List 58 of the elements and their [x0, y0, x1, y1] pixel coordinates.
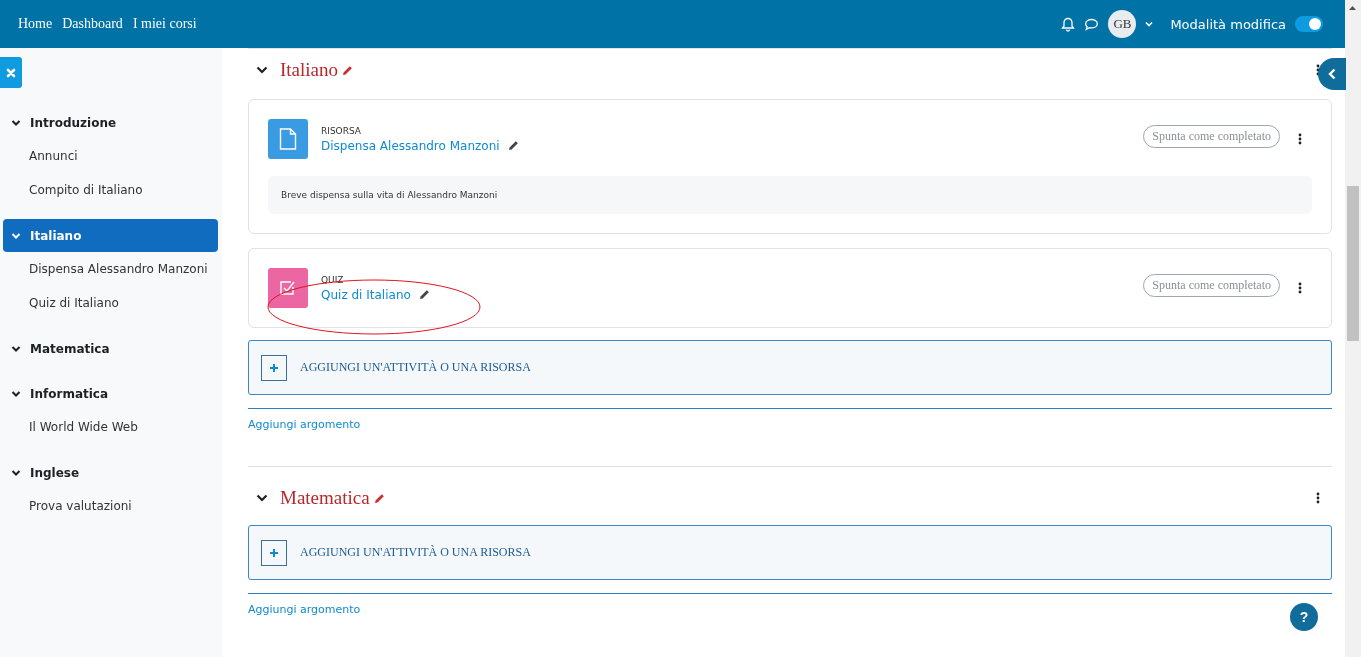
chevron-left-icon: [1328, 68, 1336, 80]
add-activity-button[interactable]: AGGIUNGI UN'ATTIVITÀ O UNA RISORSA: [248, 525, 1332, 580]
section-title: Italiano: [280, 59, 339, 81]
close-icon: [6, 67, 16, 78]
activity-link[interactable]: Quiz di Italiano: [321, 287, 411, 302]
collapse-chevron-icon[interactable]: [256, 66, 268, 74]
edit-mode-toggle[interactable]: [1295, 16, 1323, 32]
course-index-section[interactable]: Italiano: [3, 219, 218, 252]
help-button[interactable]: ?: [1290, 603, 1318, 631]
nav-link[interactable]: Dashboard: [62, 16, 123, 32]
scroll-up-arrow-icon[interactable]: [1349, 6, 1356, 10]
nav-link[interactable]: I miei corsi: [132, 16, 197, 32]
chevron-icon: [11, 118, 21, 127]
course-index-item[interactable]: Annunci: [3, 139, 218, 173]
close-drawer-button[interactable]: [0, 57, 22, 88]
chat-bubble-icon[interactable]: [1084, 17, 1100, 31]
plus-icon: [269, 362, 279, 373]
more-options-icon[interactable]: [1298, 282, 1302, 294]
document-icon: [268, 119, 308, 159]
section-title: Matematica: [280, 487, 370, 509]
quiz-icon: [268, 268, 308, 308]
add-topic-link[interactable]: Aggiungi argomento: [248, 418, 361, 431]
chevron-icon: [11, 231, 21, 240]
open-drawer-button[interactable]: [1318, 58, 1346, 90]
notification-bell-icon[interactable]: [1061, 16, 1076, 32]
plus-icon: [269, 547, 279, 558]
course-index-item[interactable]: Compito di Italiano: [3, 173, 218, 207]
course-index-item[interactable]: Dispensa Alessandro Manzoni: [3, 252, 218, 286]
chevron-icon: [11, 468, 21, 477]
caret-icon[interactable]: [1145, 21, 1154, 27]
user-avatar[interactable]: GB: [1108, 10, 1137, 38]
more-options-icon[interactable]: [1298, 133, 1302, 145]
add-activity-button[interactable]: AGGIUNGI UN'ATTIVITÀ O UNA RISORSA: [248, 340, 1332, 395]
nav-link[interactable]: Home: [18, 16, 53, 32]
edit-pencil-icon[interactable]: [418, 289, 430, 300]
activity-type-label: RISORSA: [321, 125, 362, 136]
chevron-icon: [11, 344, 21, 353]
add-topic-link[interactable]: Aggiungi argomento: [248, 603, 361, 616]
activity-type-label: QUIZ: [321, 274, 345, 285]
more-options-icon[interactable]: [1316, 64, 1320, 76]
edit-mode-label: Modalità modifica: [1170, 16, 1286, 32]
course-index-section[interactable]: Introduzione: [3, 106, 218, 139]
course-index-item[interactable]: Prova valutazioni: [3, 489, 218, 523]
edit-pencil-icon[interactable]: [373, 492, 385, 504]
activity-description: Breve dispensa sulla vita di Alessandro Manzoni: [268, 176, 1312, 214]
course-index-section[interactable]: Inglese: [3, 456, 218, 489]
course-index-item[interactable]: Quiz di Italiano: [3, 286, 218, 320]
course-index-section[interactable]: Matematica: [3, 332, 218, 365]
activity-link[interactable]: Dispensa Alessandro Manzoni: [321, 138, 500, 153]
edit-pencil-icon[interactable]: [342, 64, 354, 76]
collapse-chevron-icon[interactable]: [256, 494, 268, 502]
scrollbar[interactable]: [1345, 0, 1361, 657]
edit-pencil-icon[interactable]: [507, 140, 519, 151]
course-index-section[interactable]: Informatica: [3, 377, 218, 410]
course-index-item[interactable]: Il World Wide Web: [3, 410, 218, 444]
scrollbar-thumb[interactable]: [1347, 186, 1359, 341]
chevron-icon: [11, 389, 21, 398]
more-options-icon[interactable]: [1316, 492, 1320, 504]
